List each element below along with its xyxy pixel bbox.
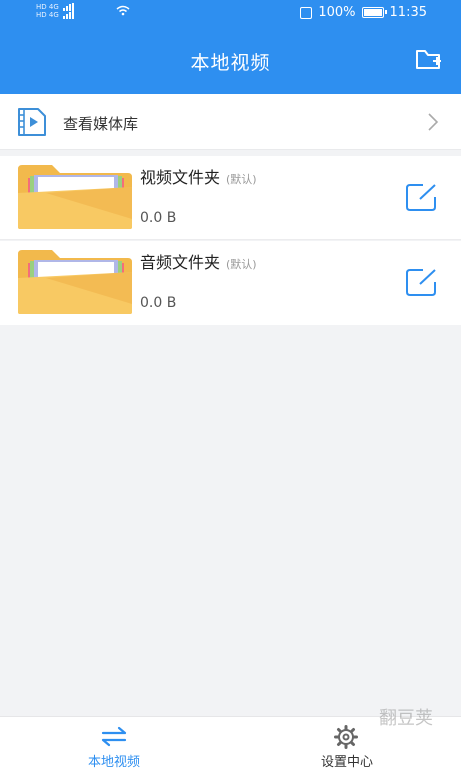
status-bar: HD 4G HD 4G 100% 11:35 xyxy=(0,0,461,26)
default-tag: (默认) xyxy=(226,258,257,271)
chevron-right-icon xyxy=(427,112,439,136)
folder-name: 音频文件夹 (默认) xyxy=(140,249,257,273)
app-header: 本地视频 xyxy=(0,26,461,94)
vibrate-icon xyxy=(300,6,313,19)
video-file-icon xyxy=(16,107,48,141)
signal-icon xyxy=(62,3,74,11)
folder-icon xyxy=(16,248,134,320)
folder-name: 视频文件夹 (默认) xyxy=(140,164,257,188)
page-title: 本地视频 xyxy=(190,52,271,74)
gear-icon xyxy=(334,725,358,753)
folder-row-audio[interactable]: 音频文件夹 (默认) 0.0 B xyxy=(0,241,461,325)
media-library-label: 查看媒体库 xyxy=(63,115,139,133)
battery-icon xyxy=(361,7,387,18)
folder-title: 音频文件夹 xyxy=(140,253,221,272)
network-indicators: HD 4G HD 4G xyxy=(36,3,74,19)
folder-title: 视频文件夹 xyxy=(140,168,221,187)
edit-icon[interactable] xyxy=(405,267,439,297)
network-line-1: HD 4G xyxy=(36,3,59,11)
nav-local-video[interactable]: 本地视频 xyxy=(44,717,184,770)
folder-plus-icon[interactable] xyxy=(415,46,445,72)
clock: 11:35 xyxy=(389,5,427,20)
folder-size: 0.0 B xyxy=(140,295,177,311)
signal-icon xyxy=(62,11,74,19)
network-line-2: HD 4G xyxy=(36,11,59,19)
wifi-icon xyxy=(116,5,130,20)
folder-size: 0.0 B xyxy=(140,210,177,226)
media-library-row[interactable]: 查看媒体库 xyxy=(0,94,461,150)
folder-icon xyxy=(16,163,134,235)
edit-icon[interactable] xyxy=(405,182,439,212)
watermark: 翻豆荚 xyxy=(379,708,433,729)
battery-percent: 100% xyxy=(318,5,356,20)
swap-arrows-icon xyxy=(101,725,127,751)
nav-label: 设置中心 xyxy=(320,755,373,770)
nav-label: 本地视频 xyxy=(87,755,140,770)
default-tag: (默认) xyxy=(226,173,257,186)
folder-row-video[interactable]: 视频文件夹 (默认) 0.0 B xyxy=(0,156,461,240)
